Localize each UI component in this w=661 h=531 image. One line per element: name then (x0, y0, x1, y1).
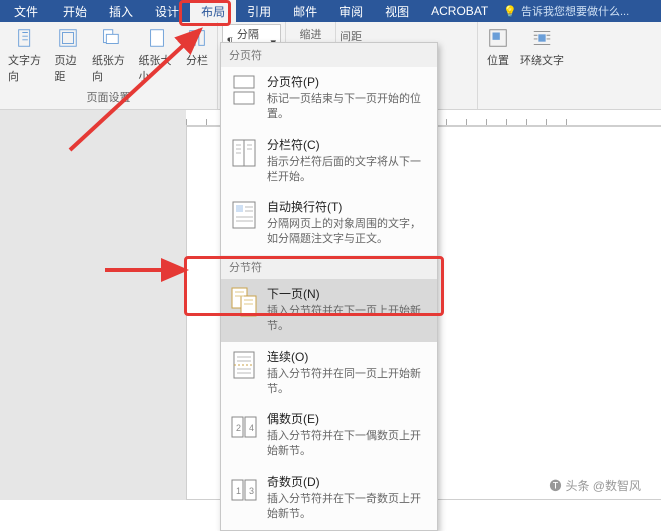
orientation-icon (98, 26, 122, 50)
tab-view[interactable]: 视图 (374, 0, 420, 23)
next-page-icon (229, 285, 259, 319)
orientation-label: 纸张方向 (92, 52, 129, 84)
menu-page-break[interactable]: 分页符(P) 标记一页结束与下一页开始的位置。 (221, 67, 437, 130)
continuous-icon (229, 348, 259, 382)
menu-item-desc: 插入分节符并在下一页上开始新节。 (267, 304, 429, 334)
menu-item-desc: 标记一页结束与下一页开始的位置。 (267, 92, 429, 122)
indent-group-label: 缩进 (290, 24, 331, 44)
text-direction-button[interactable]: 文字方向 (4, 24, 49, 89)
tab-review[interactable]: 审阅 (328, 0, 374, 23)
position-icon (486, 26, 510, 50)
ribbon-tabs: 开始 插入 设计 布局 引用 邮件 审阅 视图 ACROBAT 💡 告诉我您想要… (52, 0, 629, 23)
menu-item-desc: 插入分节符并在同一页上开始新节。 (267, 367, 429, 397)
menu-text-wrapping-break[interactable]: 自动换行符(T) 分隔网页上的对象周围的文字，如分隔题注文字与正文。 (221, 192, 437, 255)
position-label: 位置 (487, 52, 509, 68)
orientation-button[interactable]: 纸张方向 (88, 24, 133, 89)
menu-item-title: 自动换行符(T) (267, 198, 429, 215)
page-break-icon (229, 73, 259, 107)
menu-item-title: 偶数页(E) (267, 410, 429, 427)
margins-button[interactable]: 页边距 (51, 24, 86, 89)
svg-text:1: 1 (236, 486, 241, 496)
menu-item-desc: 指示分栏符后面的文字将从下一栏开始。 (267, 155, 429, 185)
tell-me-search[interactable]: 💡 告诉我您想要做什么... (503, 3, 629, 19)
menu-continuous[interactable]: 连续(O) 插入分节符并在同一页上开始新节。 (221, 342, 437, 405)
menu-column-break[interactable]: 分栏符(C) 指示分栏符后面的文字将从下一栏开始。 (221, 130, 437, 193)
breaks-menu: 分页符 分页符(P) 标记一页结束与下一页开始的位置。 分栏符(C) 指示分栏符后面… (220, 42, 438, 531)
menu-section-page-breaks: 分页符 (221, 43, 437, 67)
tab-mailings[interactable]: 邮件 (282, 0, 328, 23)
menu-item-desc: 插入分节符并在下一偶数页上开始新节。 (267, 429, 429, 459)
wrap-text-icon (530, 26, 554, 50)
svg-text:3: 3 (249, 486, 254, 496)
columns-button[interactable]: 分栏 (181, 24, 213, 89)
watermark-icon: 🅣 (549, 477, 561, 494)
odd-page-icon: 13 (229, 473, 259, 507)
menu-section-section-breaks: 分节符 (221, 255, 437, 279)
text-wrap-break-icon (229, 198, 259, 232)
tab-insert[interactable]: 插入 (98, 0, 144, 23)
position-button[interactable]: 位置 (482, 24, 514, 107)
menu-item-title: 连续(O) (267, 348, 429, 365)
menu-even-page[interactable]: 24 偶数页(E) 插入分节符并在下一偶数页上开始新节。 (221, 404, 437, 467)
menu-next-page[interactable]: 下一页(N) 插入分节符并在下一页上开始新节。 (221, 279, 437, 342)
menu-item-desc: 插入分节符并在下一奇数页上开始新节。 (267, 492, 429, 522)
tell-me-label: 告诉我您想要做什么... (521, 3, 629, 19)
watermark-text: 头条 @数智风 (565, 477, 641, 494)
menu-item-title: 分页符(P) (267, 73, 429, 90)
menu-item-title: 下一页(N) (267, 285, 429, 302)
text-direction-label: 文字方向 (8, 52, 45, 84)
size-label: 纸张大小 (138, 52, 175, 84)
page-setup-group-label: 页面设置 (4, 89, 213, 107)
menu-item-title: 奇数页(D) (267, 473, 429, 490)
menu-item-title: 分栏符(C) (267, 136, 429, 153)
wrap-text-label: 环绕文字 (520, 52, 564, 68)
watermark: 🅣 头条 @数智风 (549, 477, 641, 494)
tab-layout[interactable]: 布局 (190, 0, 236, 23)
even-page-icon: 24 (229, 410, 259, 444)
tab-acrobat[interactable]: ACROBAT (420, 1, 499, 21)
text-direction-icon (14, 26, 38, 50)
tab-home[interactable]: 开始 (52, 0, 98, 23)
file-tab[interactable]: 文件 (0, 0, 52, 23)
menu-item-desc: 分隔网页上的对象周围的文字，如分隔题注文字与正文。 (267, 217, 429, 247)
column-break-icon (229, 136, 259, 170)
columns-label: 分栏 (186, 52, 208, 68)
columns-icon (185, 26, 209, 50)
margins-label: 页边距 (55, 52, 82, 84)
lightbulb-icon: 💡 (503, 5, 517, 18)
tab-references[interactable]: 引用 (236, 0, 282, 23)
menu-odd-page[interactable]: 13 奇数页(D) 插入分节符并在下一奇数页上开始新节。 (221, 467, 437, 530)
svg-text:2: 2 (236, 423, 241, 433)
margins-icon (56, 26, 80, 50)
svg-text:4: 4 (249, 423, 254, 433)
wrap-text-button[interactable]: 环绕文字 (516, 24, 568, 107)
size-button[interactable]: 纸张大小 (134, 24, 179, 89)
size-icon (145, 26, 169, 50)
tab-design[interactable]: 设计 (144, 0, 190, 23)
